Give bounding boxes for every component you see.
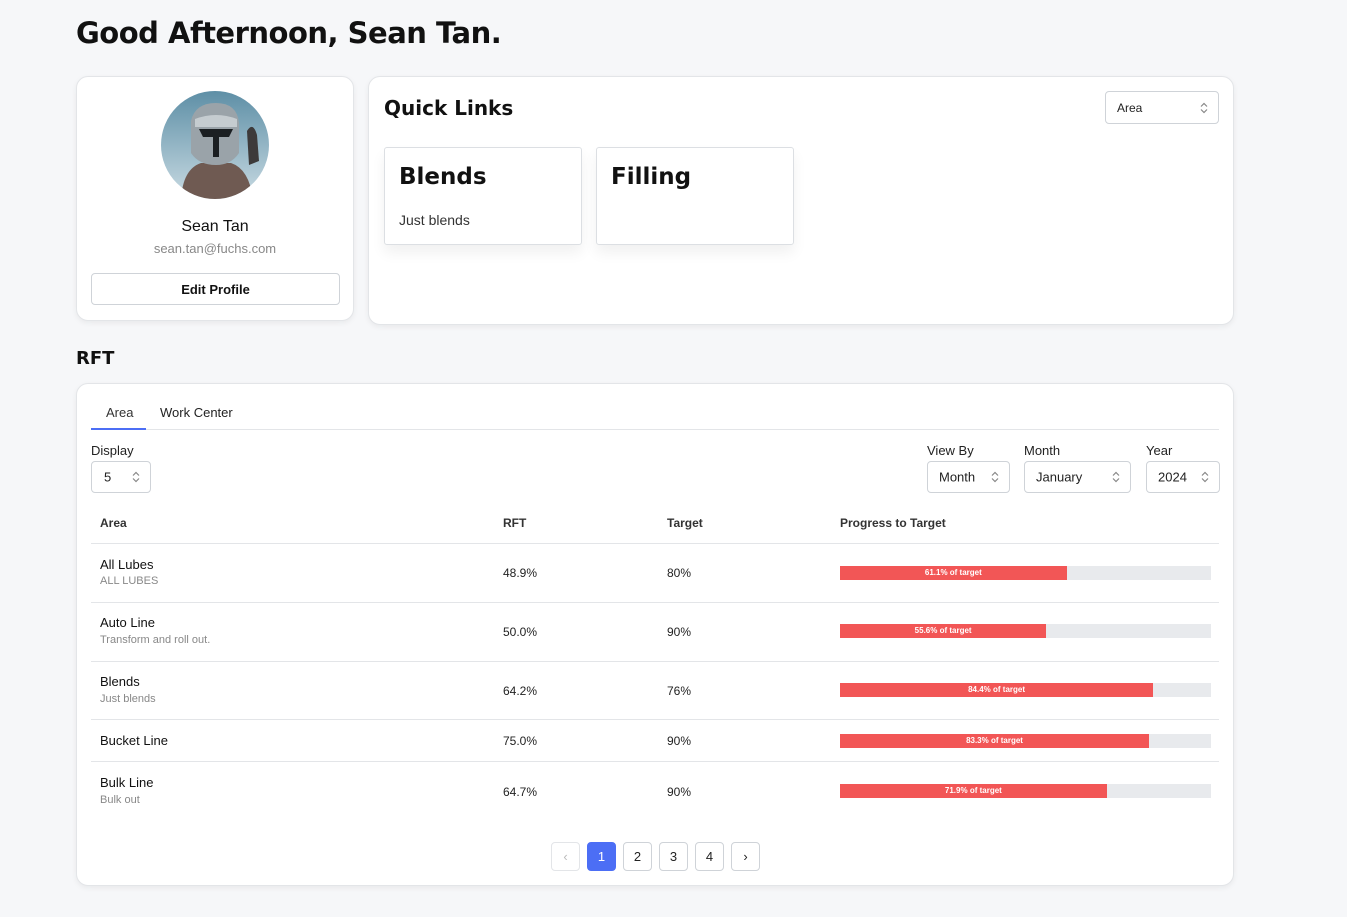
divider (91, 719, 1219, 720)
month-label: Month (1024, 443, 1061, 458)
divider (91, 661, 1219, 662)
progress-bar-fill: 84.4% of target (840, 683, 1154, 697)
row-area-subtitle: ALL LUBES (100, 575, 159, 587)
row-rft-value: 75.0% (503, 734, 538, 748)
select-value: Area (1117, 100, 1143, 115)
select-value: January (1036, 469, 1083, 485)
progress-bar-fill: 83.3% of target (840, 734, 1150, 748)
profile-name: Sean Tan (181, 218, 249, 235)
row-area-name: Bucket Line (100, 733, 168, 748)
chevron-up-down-icon (1112, 471, 1120, 483)
page-button-3[interactable]: 3 (659, 842, 688, 871)
view-by-label: View By (927, 443, 974, 458)
quick-links-card: Quick Links Area Blends Just blends Fill… (368, 76, 1234, 325)
previous-page-button[interactable]: ‹ (551, 842, 580, 871)
quick-link-card-blends[interactable]: Blends Just blends (384, 147, 582, 245)
select-value: 5 (104, 469, 112, 485)
rft-heading: RFT (76, 348, 115, 369)
tab-work-center[interactable]: Work Center (160, 405, 233, 420)
next-page-button[interactable]: › (731, 842, 760, 871)
tab-area[interactable]: Area (106, 405, 133, 420)
divider (91, 761, 1219, 762)
active-tab-indicator (91, 428, 146, 430)
select-value: Month (939, 469, 976, 485)
avatar (161, 91, 269, 199)
row-rft-value: 50.0% (503, 625, 538, 639)
display-select[interactable]: 5 (91, 461, 151, 493)
page-button-4[interactable]: 4 (695, 842, 724, 871)
progress-bar-fill: 55.6% of target (840, 624, 1047, 638)
row-area-subtitle: Transform and roll out. (100, 634, 211, 646)
greeting-title: Good Afternoon, Sean Tan. (76, 16, 502, 50)
column-header-target: Target (667, 516, 703, 530)
progress-bar: 55.6% of target (840, 624, 1211, 638)
quick-link-title: Filling (611, 164, 692, 190)
row-rft-value: 48.9% (503, 566, 538, 580)
chevron-up-down-icon (991, 471, 999, 483)
year-select[interactable]: 2024 (1146, 461, 1220, 493)
profile-email: sean.tan@fuchs.com (153, 241, 277, 256)
column-header-rft: RFT (503, 516, 527, 530)
quick-link-card-filling[interactable]: Filling (596, 147, 794, 245)
row-target-value: 80% (667, 566, 692, 580)
quick-links-filter-select[interactable]: Area (1105, 91, 1219, 124)
chevron-up-down-icon (1200, 102, 1208, 113)
row-area-subtitle: Bulk out (100, 794, 140, 806)
row-area-name: Blends (100, 674, 140, 689)
quick-link-title: Blends (399, 164, 487, 190)
column-header-progress: Progress to Target (840, 516, 946, 530)
edit-profile-button[interactable]: Edit Profile (91, 273, 340, 305)
year-label: Year (1146, 443, 1173, 458)
row-target-value: 90% (667, 785, 692, 799)
row-rft-value: 64.7% (503, 785, 538, 799)
progress-bar-fill: 61.1% of target (840, 566, 1067, 580)
row-area-subtitle: Just blends (100, 693, 156, 705)
row-area-name: Bulk Line (100, 775, 154, 790)
progress-bar: 84.4% of target (840, 683, 1211, 697)
rft-tabs: Area Work Center (91, 398, 1219, 430)
row-target-value: 90% (667, 625, 692, 639)
chevron-up-down-icon (1201, 471, 1209, 483)
month-select[interactable]: January (1024, 461, 1131, 493)
chevron-up-down-icon (132, 471, 140, 483)
progress-bar-fill: 71.9% of target (840, 784, 1107, 798)
divider (91, 543, 1219, 544)
rft-card: Area Work Center Display 5 View By Month… (76, 383, 1234, 886)
quick-link-description: Just blends (399, 212, 470, 228)
quick-links-title: Quick Links (384, 96, 514, 120)
display-label: Display (91, 443, 134, 458)
progress-bar: 71.9% of target (840, 784, 1211, 798)
row-area-name: Auto Line (100, 615, 155, 630)
page-button-1[interactable]: 1 (587, 842, 616, 871)
profile-card: Sean Tan sean.tan@fuchs.com Edit Profile (76, 76, 354, 321)
divider (91, 602, 1219, 603)
row-rft-value: 64.2% (503, 684, 538, 698)
row-target-value: 90% (667, 734, 692, 748)
view-by-select[interactable]: Month (927, 461, 1010, 493)
row-target-value: 76% (667, 684, 692, 698)
progress-bar: 83.3% of target (840, 734, 1211, 748)
row-area-name: All Lubes (100, 557, 154, 572)
select-value: 2024 (1158, 469, 1187, 485)
progress-bar: 61.1% of target (840, 566, 1211, 580)
column-header-area: Area (100, 516, 127, 530)
page-button-2[interactable]: 2 (623, 842, 652, 871)
